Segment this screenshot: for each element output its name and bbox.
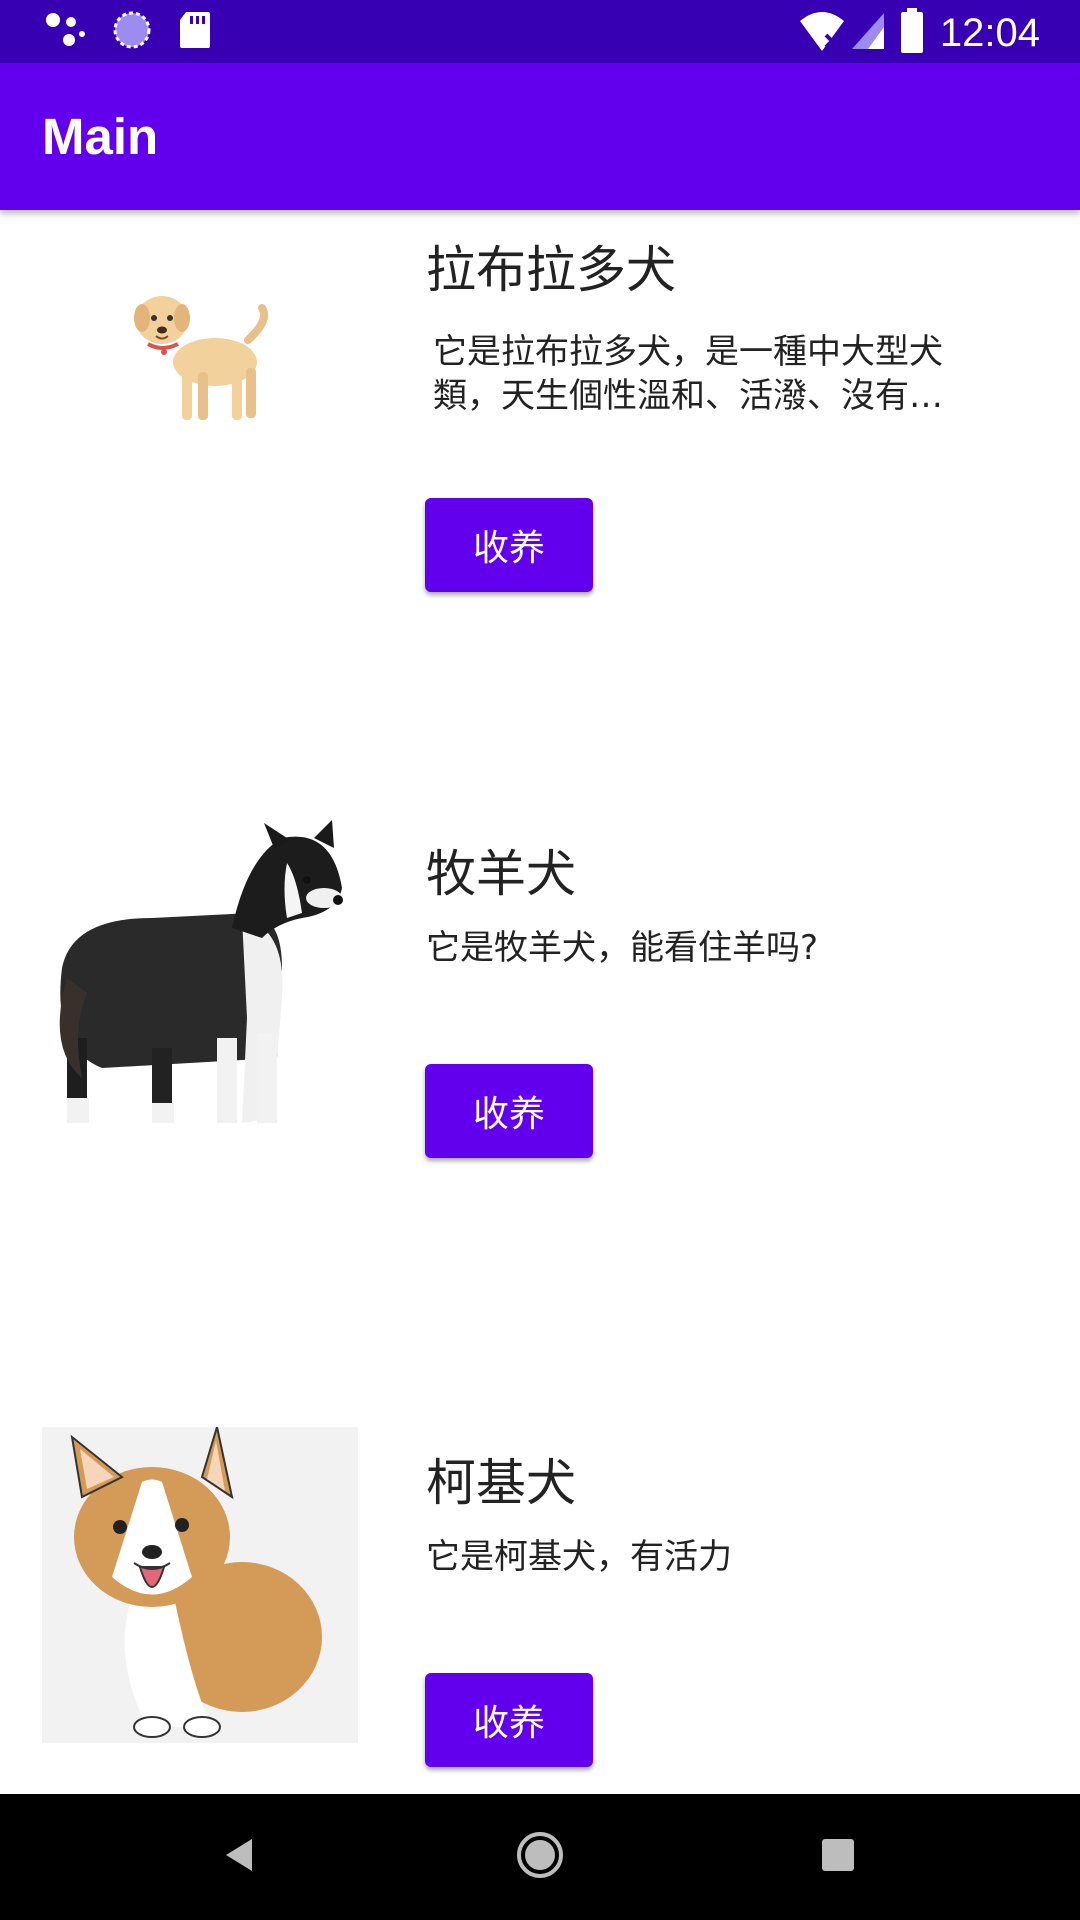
adopt-button[interactable]: 收养 (425, 1673, 593, 1767)
list-item: 牧羊犬 它是牧羊犬，能看住羊吗? 收养 (0, 818, 1080, 1298)
dog-name: 拉布拉多犬 (426, 241, 676, 299)
sd-card-icon (178, 10, 212, 54)
recents-button[interactable] (768, 1794, 908, 1920)
signal-icon (850, 9, 886, 57)
dog-name: 牧羊犬 (426, 845, 576, 903)
assistant-dots-icon (44, 10, 88, 54)
back-icon (220, 1835, 260, 1879)
adopt-button[interactable]: 收养 (425, 1064, 593, 1158)
corgi-image (42, 1427, 358, 1743)
status-right-icons: 12:04 (798, 8, 1040, 58)
app-bar: Main (0, 63, 1080, 210)
list-item: 柯基犬 它是柯基犬，有活力 收养 (0, 1427, 1080, 1794)
status-left-icons (44, 10, 212, 54)
adopt-button[interactable]: 收养 (425, 498, 593, 592)
dog-name: 柯基犬 (426, 1454, 576, 1512)
loading-circle-icon (112, 10, 152, 54)
app-title: Main (42, 108, 159, 165)
battery-icon (900, 8, 924, 58)
dog-description: 它是柯基犬，有活力 (426, 1537, 732, 1577)
status-time: 12:04 (939, 11, 1040, 55)
navigation-bar (0, 1794, 1080, 1920)
collie-image (42, 818, 358, 1134)
labrador-image (42, 210, 358, 510)
dog-list[interactable]: 拉布拉多犬 它是拉布拉多犬，是一種中大型犬類，天生個性溫和、活潑、沒有… 收养 (0, 210, 1080, 1794)
home-button[interactable] (470, 1794, 610, 1920)
back-button[interactable] (170, 1794, 310, 1920)
home-icon (515, 1830, 565, 1884)
list-item: 拉布拉多犬 它是拉布拉多犬，是一種中大型犬類，天生個性溫和、活潑、沒有… 收养 (0, 210, 1080, 690)
wifi-x-icon (798, 9, 846, 57)
dog-description: 它是拉布拉多犬，是一種中大型犬類，天生個性溫和、活潑、沒有… (433, 332, 943, 416)
status-bar: 12:04 (0, 0, 1080, 63)
dog-description: 它是牧羊犬，能看住羊吗? (426, 928, 819, 968)
recents-icon (820, 1837, 856, 1877)
